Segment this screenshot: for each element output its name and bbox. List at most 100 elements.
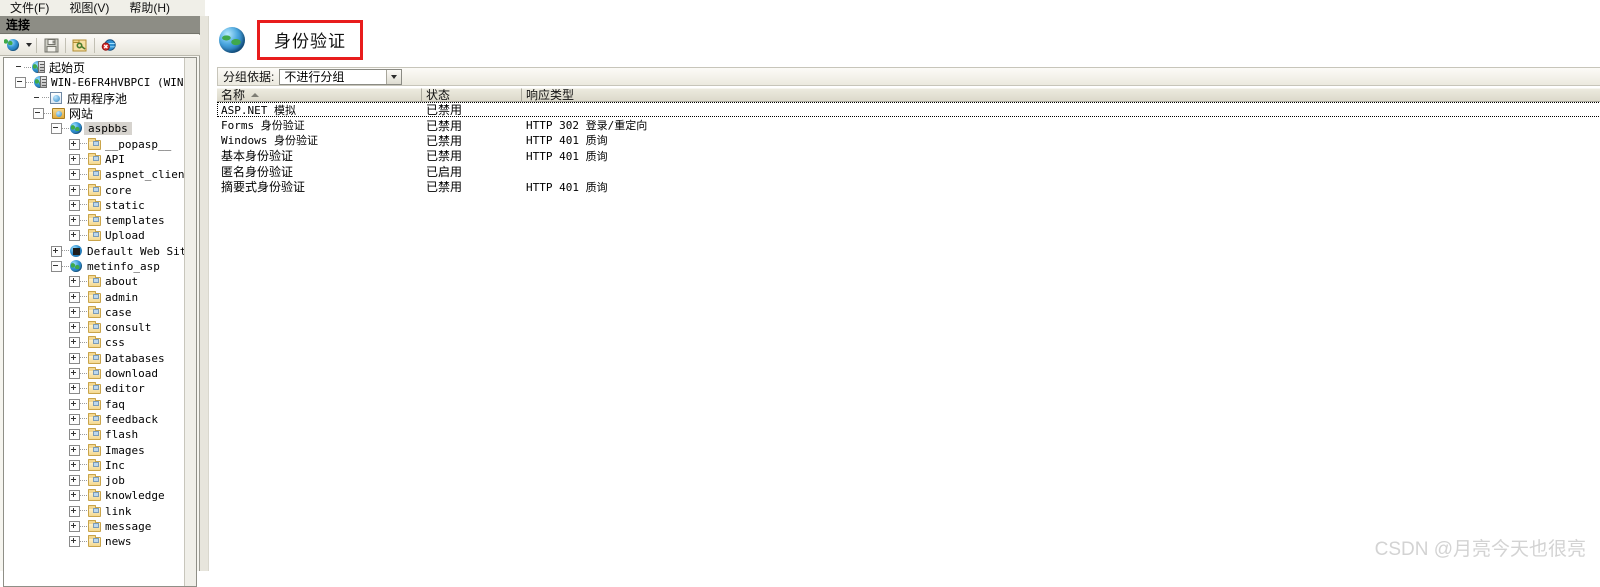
tree-item-news[interactable]: news xyxy=(4,534,196,549)
tree-expander-collapsed-icon[interactable] xyxy=(69,521,80,533)
tree-expander-collapsed-icon[interactable] xyxy=(69,215,80,227)
folder-icon xyxy=(88,275,102,288)
tree-item-templates[interactable]: templates xyxy=(4,213,196,228)
tree-item-databases[interactable]: Databases xyxy=(4,351,196,366)
tree-item-label: css xyxy=(105,336,125,350)
tree-expander-collapsed-icon[interactable] xyxy=(69,138,80,150)
tree-item-[interactable]: 应用程序池 xyxy=(4,91,196,106)
tree-expander-collapsed-icon[interactable] xyxy=(69,475,80,487)
menu-file[interactable]: 文件(F) xyxy=(0,2,59,16)
table-row[interactable]: ASP.NET 模拟 已禁用 xyxy=(217,102,1600,118)
tree-item-core[interactable]: core xyxy=(4,182,196,197)
folder-icon xyxy=(88,198,102,212)
tree-item-images[interactable]: Images xyxy=(4,442,196,457)
tree-expander-collapsed-icon[interactable] xyxy=(69,368,80,380)
tree-expander-collapsed-icon[interactable] xyxy=(69,413,80,425)
tree-item-aspbbs[interactable]: aspbbs xyxy=(4,121,196,136)
tree-item-aspnet-client[interactable]: aspnet_client xyxy=(4,167,196,182)
tree-expander-collapsed-icon[interactable] xyxy=(69,153,80,165)
table-row[interactable]: 摘要式身份验证 已禁用 HTTP 401 质询 xyxy=(217,179,1600,194)
cell-name: 摘要式身份验证 xyxy=(221,180,306,195)
connections-tree[interactable]: 起始页WIN-E6FR4HVBPCI (WIN-E6FR4应用程序池网站aspb… xyxy=(3,57,197,587)
tree-expander-collapsed-icon[interactable] xyxy=(69,291,80,303)
save-icon[interactable] xyxy=(41,36,61,55)
menu-help[interactable]: 帮助(H) xyxy=(119,2,180,16)
tree-expander-collapsed-icon[interactable] xyxy=(69,184,80,196)
tree-item-message[interactable]: message xyxy=(4,519,196,534)
pane-splitter[interactable] xyxy=(200,16,208,571)
tree-item-upload[interactable]: Upload xyxy=(4,228,196,243)
open-folder-key-icon[interactable] xyxy=(70,36,90,55)
folder-icon xyxy=(88,428,102,441)
group-by-value: 不进行分组 xyxy=(284,70,345,84)
tree-expander-collapsed-icon[interactable] xyxy=(69,230,80,242)
tree-expander-expanded-icon[interactable] xyxy=(15,77,26,89)
table-row[interactable]: 基本身份验证 已禁用 HTTP 401 质询 xyxy=(217,148,1600,163)
tree-expander-collapsed-icon[interactable] xyxy=(69,490,80,502)
column-header-2[interactable]: 响应类型 xyxy=(522,88,1600,102)
tree-expander-collapsed-icon[interactable] xyxy=(69,459,80,471)
tree-item-label: aspnet_client xyxy=(105,168,192,182)
tree-scrollbar[interactable] xyxy=(184,58,196,586)
tree-connector xyxy=(42,97,49,99)
column-header-0[interactable]: 名称 xyxy=(217,88,422,102)
chevron-down-icon[interactable] xyxy=(26,43,32,47)
tree-item-flash[interactable]: flash xyxy=(4,427,196,442)
tree-item-static[interactable]: static xyxy=(4,198,196,213)
table-row[interactable]: Windows 身份验证 已禁用 HTTP 401 质询 xyxy=(217,133,1600,148)
chevron-down-icon[interactable] xyxy=(386,69,402,84)
tree-expander-collapsed-icon[interactable] xyxy=(69,306,80,318)
table-row[interactable]: Forms 身份验证 已禁用 HTTP 302 登录/重定向 xyxy=(217,117,1600,133)
tree-expander-collapsed-icon[interactable] xyxy=(69,383,80,395)
tree-connector xyxy=(80,403,87,405)
tree-item-label: about xyxy=(105,275,139,289)
tree-expander-collapsed-icon[interactable] xyxy=(69,352,80,364)
tree-item-faq[interactable]: faq xyxy=(4,397,196,412)
tree-item-editor[interactable]: editor xyxy=(4,381,196,396)
list-body[interactable]: ASP.NET 模拟 已禁用 Forms 身份验证 已禁用 HTTP 302 登录/重定… xyxy=(217,102,1600,194)
tree-item-admin[interactable]: admin xyxy=(4,289,196,304)
tree-expander-collapsed-icon[interactable] xyxy=(69,199,80,211)
column-header-1[interactable]: 状态 xyxy=(422,88,522,102)
tree-item-about[interactable]: about xyxy=(4,274,196,289)
tree-item-default-web-site[interactable]: Default Web Site xyxy=(4,244,196,259)
tree-expander-collapsed-icon[interactable] xyxy=(51,245,62,257)
tree-expander-expanded-icon[interactable] xyxy=(33,108,44,120)
table-row[interactable]: 匿名身份验证 已启用 xyxy=(217,164,1600,179)
tree-expander-collapsed-icon[interactable] xyxy=(69,505,80,517)
tree-expander-collapsed-icon[interactable] xyxy=(69,276,80,288)
tree-expander-collapsed-icon[interactable] xyxy=(69,398,80,410)
tree-expander-collapsed-icon[interactable] xyxy=(69,322,80,334)
group-by-select[interactable]: 不进行分组 xyxy=(279,68,403,85)
tree-expander-collapsed-icon[interactable] xyxy=(69,337,80,349)
tree-item-job[interactable]: job xyxy=(4,473,196,488)
menu-view[interactable]: 视图(V) xyxy=(59,2,119,16)
tree-expander-collapsed-icon[interactable] xyxy=(69,169,80,181)
tree-item-[interactable]: 起始页 xyxy=(4,60,196,75)
tree-item-case[interactable]: case xyxy=(4,305,196,320)
tree-item-feedback[interactable]: feedback xyxy=(4,412,196,427)
tree-item-api[interactable]: API xyxy=(4,152,196,167)
folder-icon xyxy=(88,535,102,548)
tree-item-popasp[interactable]: __popasp__ xyxy=(4,136,196,151)
tree-item-metinfo-asp[interactable]: metinfo_asp xyxy=(4,259,196,274)
tree-expander-expanded-icon[interactable] xyxy=(51,261,62,272)
tree-item-download[interactable]: download xyxy=(4,366,196,381)
tree-item-css[interactable]: css xyxy=(4,335,196,350)
tree-item-win-e6fr4hvbpci-win-e6fr4[interactable]: WIN-E6FR4HVBPCI (WIN-E6FR4 xyxy=(4,75,196,90)
folder-icon xyxy=(88,458,102,472)
tree-item-link[interactable]: link xyxy=(4,504,196,519)
tree-item-consult[interactable]: consult xyxy=(4,320,196,335)
disconnect-globe-icon[interactable] xyxy=(99,36,119,55)
tree-item-inc[interactable]: Inc xyxy=(4,458,196,473)
tree-connector xyxy=(80,204,87,206)
tree-expander-collapsed-icon[interactable] xyxy=(69,429,80,441)
group-by-label: 分组依据: xyxy=(223,70,275,84)
authentication-list[interactable]: 名称 状态 响应类型 ASP.NET 模拟 已禁用 Forms 身份验证 已禁用 HTTP … xyxy=(217,88,1600,571)
tree-expander-collapsed-icon[interactable] xyxy=(69,444,80,456)
tree-expander-collapsed-icon[interactable] xyxy=(69,536,80,548)
tree-expander-expanded-icon[interactable] xyxy=(51,123,62,135)
tree-item-[interactable]: 网站 xyxy=(4,106,196,121)
connect-globe-icon[interactable] xyxy=(3,36,23,55)
tree-item-knowledge[interactable]: knowledge xyxy=(4,488,196,503)
